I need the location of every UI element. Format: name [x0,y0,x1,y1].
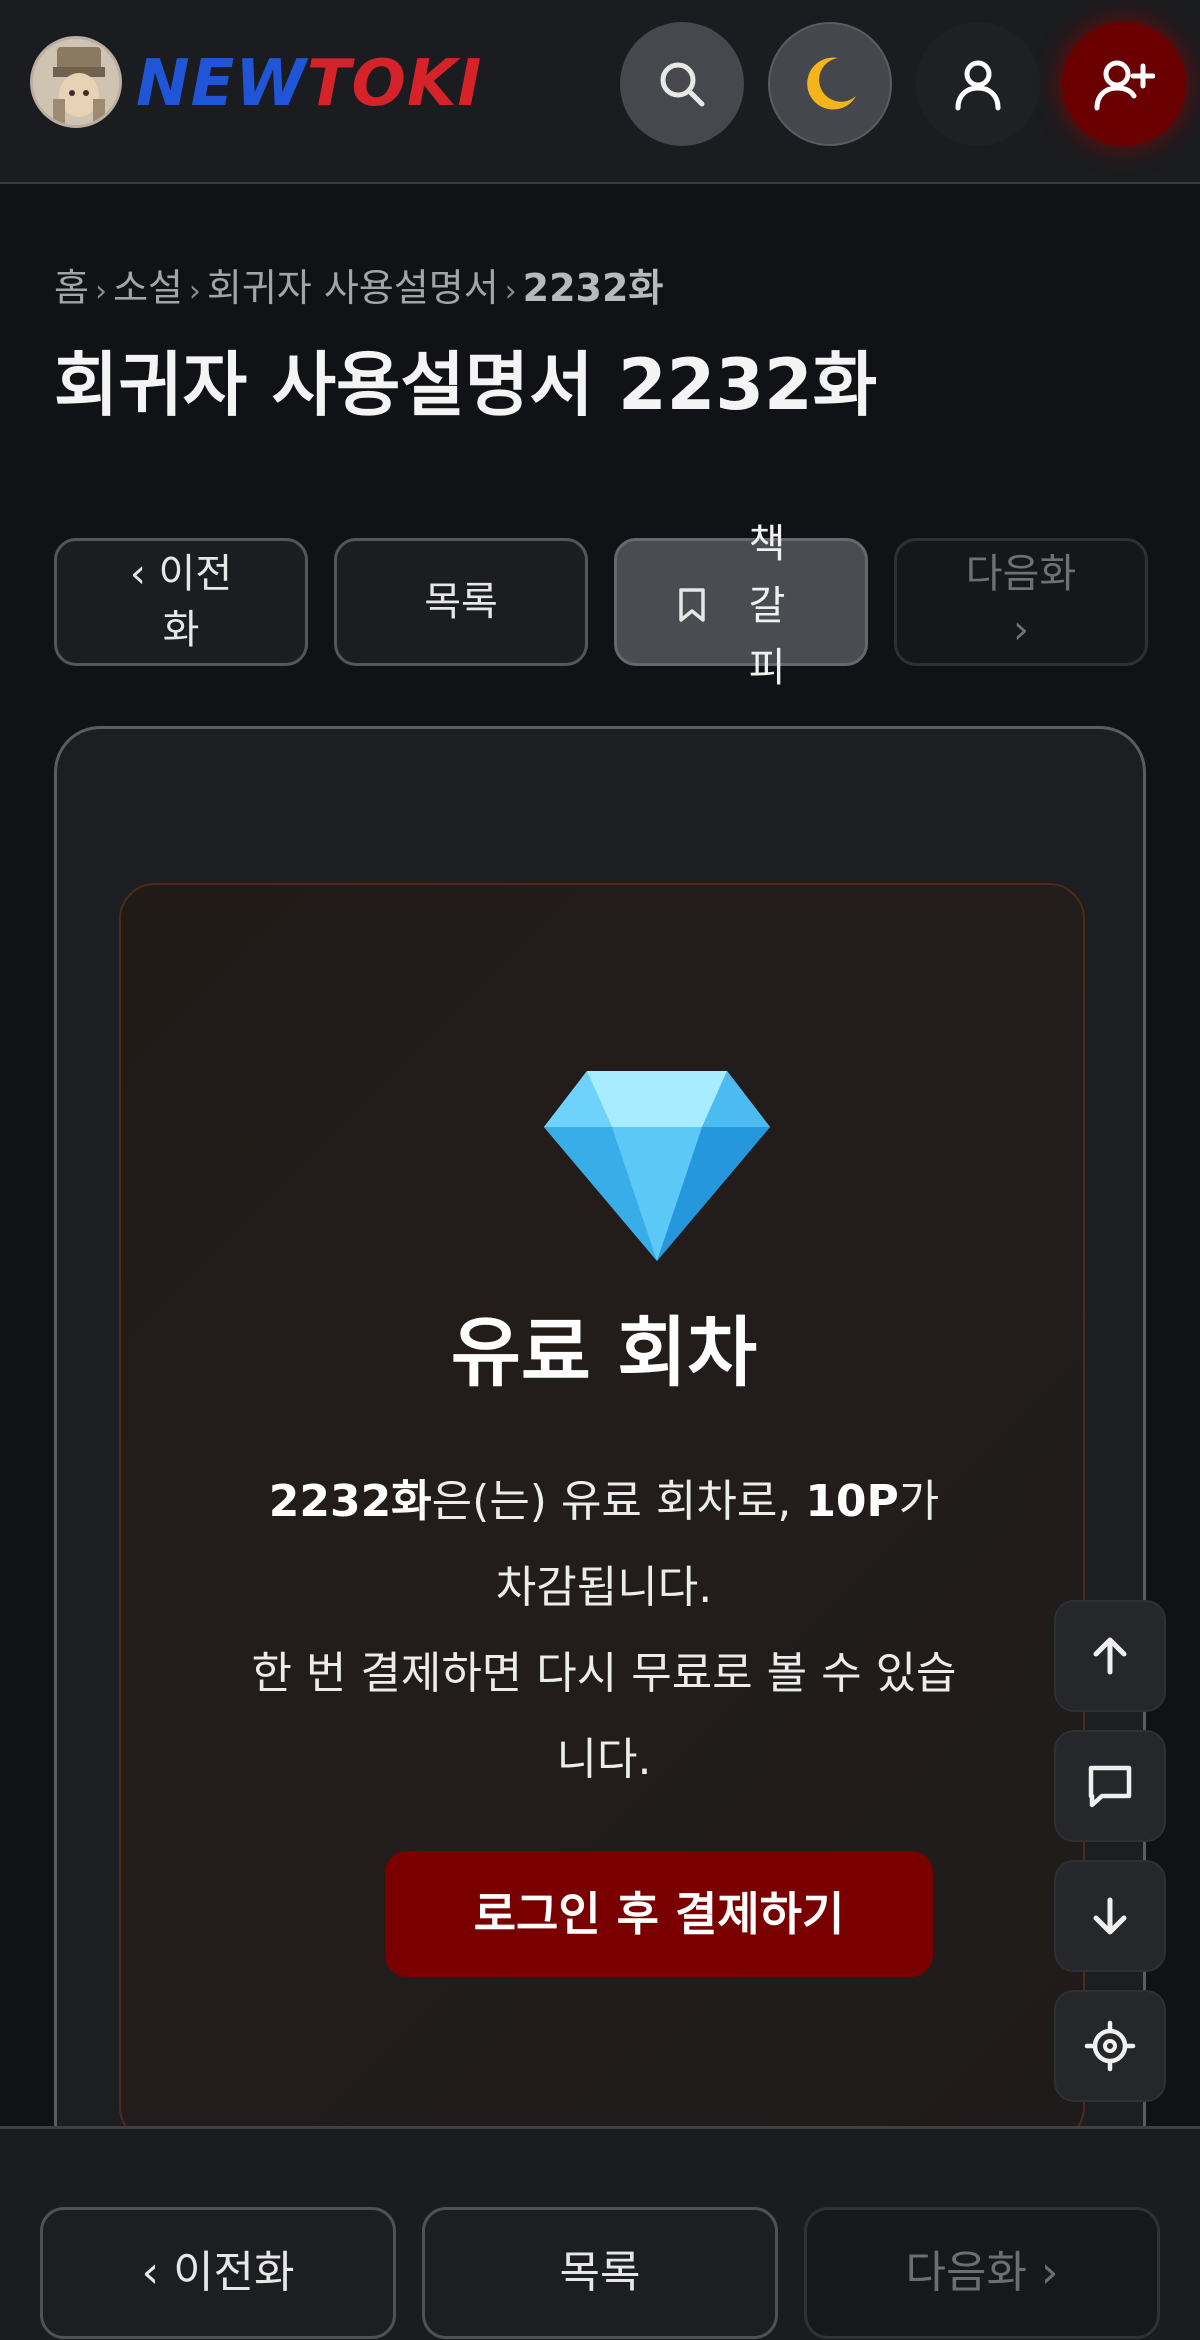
page: NEWTOKI 홈 › 소설 › 회귀자 사용설명서 › 2232화 회귀자 사… [0,0,1200,2340]
breadcrumb-separator: › [504,274,517,309]
message-text-1: 은(는) 유료 회차로, [431,1476,806,1527]
breadcrumb-separator: › [188,274,201,309]
breadcrumb: 홈 › 소설 › 회귀자 사용설명서 › 2232화 [54,258,663,318]
login-button[interactable] [916,22,1040,146]
site-logo[interactable]: NEWTOKI [136,44,482,124]
bottom-episode-list-button[interactable]: 목록 [422,2207,778,2339]
points-cost: 10P [805,1476,899,1527]
breadcrumb-home[interactable]: 홈 [54,266,89,310]
message-text-3: 한 번 결제하면 다시 무료로 볼 수 있습니다. [251,1648,957,1785]
search-icon [660,62,705,107]
comments-button[interactable] [1054,1730,1166,1842]
next-episode-label: 다음화 › [965,551,1077,653]
bookmark-button[interactable]: 책갈피 [614,521,868,691]
bookmark-label: 책갈피 [748,521,786,691]
comment-icon [1088,1765,1132,1808]
avatar[interactable] [30,36,122,128]
arrow-up-icon [1093,1637,1127,1675]
breadcrumb-series[interactable]: 회귀자 사용설명서 [207,266,499,310]
page-title: 회귀자 사용설명서 2232화 [54,344,878,426]
episode-list-label: 목록 [424,579,498,625]
theme-toggle-button[interactable] [768,22,892,146]
login-and-pay-button[interactable]: 로그인 후 결제하기 [385,1851,933,1977]
bottom-next-episode-button[interactable]: 다음화 › [804,2207,1160,2339]
scroll-top-button[interactable] [1054,1600,1166,1712]
episode-list-button[interactable]: 목록 [334,538,588,666]
paid-episode-heading: 유료 회차 [450,1308,758,1397]
user-icon [955,60,1001,111]
signup-button[interactable] [1062,22,1186,146]
paid-episode-panel: 유료 회차 2232화은(는) 유료 회차로, 10P가 차감됩니다. 한 번 결… [119,883,1085,2143]
settings-icon [1084,2020,1136,2072]
breadcrumb-category[interactable]: 소설 [113,266,183,310]
diamond-icon [544,1071,770,1261]
logo-new-text: NEW [136,47,307,121]
top-header: NEWTOKI [0,0,1200,184]
search-button[interactable] [620,22,744,146]
bottom-navigation: ‹ 이전화 목록 다음화 › [0,2126,1200,2340]
prev-episode-label: ‹ 이전화 [129,551,233,653]
settings-button[interactable] [1054,1990,1166,2102]
bottom-prev-episode-button[interactable]: ‹ 이전화 [40,2207,396,2339]
arrow-down-icon [1093,1897,1127,1935]
episode-number: 2232화 [268,1476,432,1527]
breadcrumb-current: 2232화 [522,266,664,310]
paid-episode-message: 2232화은(는) 유료 회차로, 10P가 차감됩니다. 한 번 결제하면 다시… [251,1459,957,1803]
scroll-bottom-button[interactable] [1054,1860,1166,1972]
logo-toki-text: TOKI [306,47,483,121]
breadcrumb-separator: › [94,274,107,309]
bookmark-icon [679,588,705,622]
content-card: 유료 회차 2232화은(는) 유료 회차로, 10P가 차감됩니다. 한 번 결… [54,726,1146,2186]
next-episode-button[interactable]: 다음화 › [894,538,1148,666]
moon-icon [807,57,856,110]
user-plus-icon [1094,60,1155,111]
prev-episode-button[interactable]: ‹ 이전화 [54,538,308,666]
